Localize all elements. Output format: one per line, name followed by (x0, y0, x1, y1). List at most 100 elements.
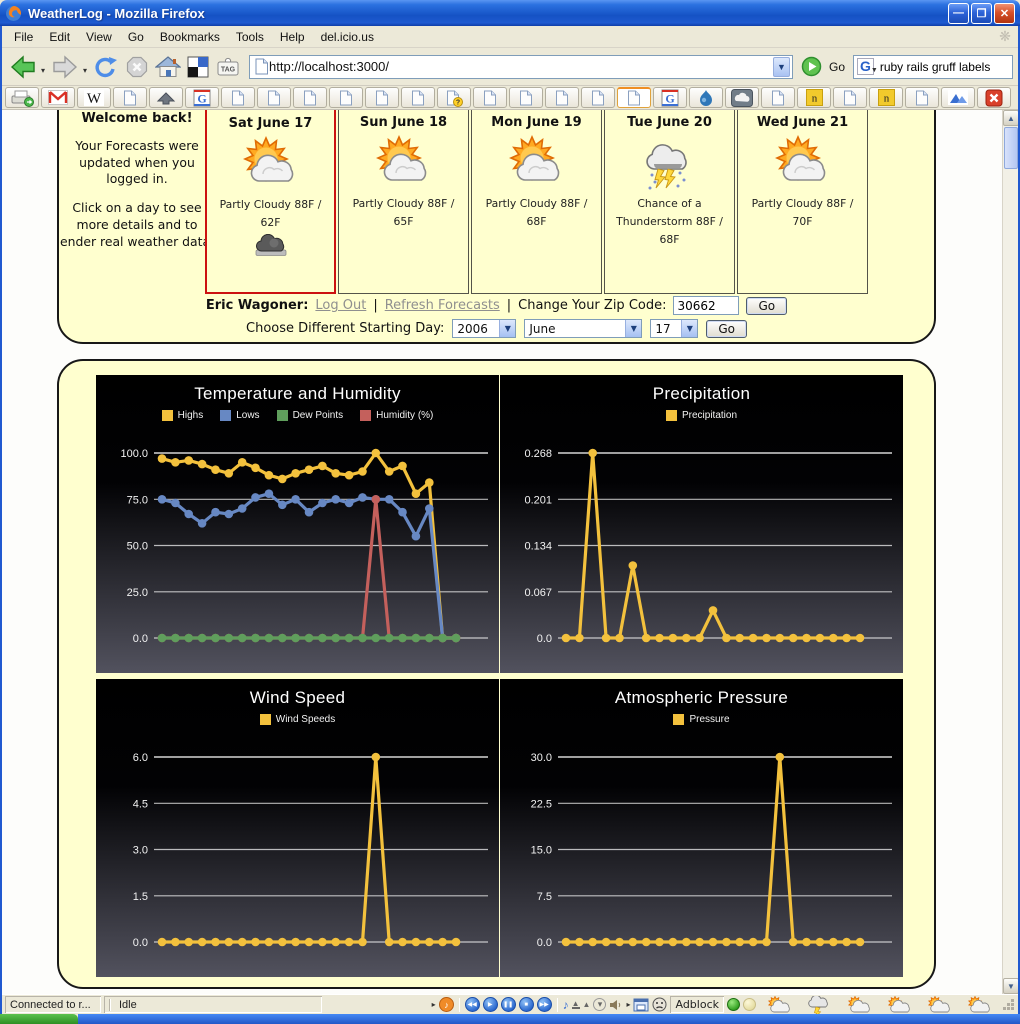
bookmark-close[interactable] (977, 87, 1011, 108)
data-point-pressure[interactable] (655, 938, 664, 947)
data-point-pressure[interactable] (776, 753, 785, 762)
mini-partly-cloudy-icon[interactable] (926, 996, 952, 1014)
note-icon[interactable]: ♪ (563, 998, 569, 1012)
data-point-humidity[interactable] (372, 495, 381, 504)
data-point-wind-speeds[interactable] (265, 938, 274, 947)
forecast-card-sat-june-17[interactable]: Sat June 17Partly Cloudy 88F / 62F (205, 110, 336, 294)
data-point-wind-speeds[interactable] (438, 938, 447, 947)
forecast-card-sun-june-18[interactable]: Sun June 18Partly Cloudy 88F / 65F (338, 110, 469, 294)
data-point-highs[interactable] (158, 454, 167, 463)
data-point-highs[interactable] (184, 456, 193, 465)
search-input[interactable] (880, 60, 1009, 74)
menu-item-go[interactable]: Go (120, 27, 152, 47)
data-point-wind-speeds[interactable] (225, 938, 234, 947)
data-point-precipitation[interactable] (629, 561, 638, 570)
data-point-wind-speeds[interactable] (385, 938, 394, 947)
media-next-button[interactable]: ▶▶ (537, 997, 552, 1012)
refresh-forecasts-link[interactable]: Refresh Forecasts (385, 298, 500, 313)
url-dropdown-button[interactable]: ▼ (773, 57, 790, 77)
bookmark-page[interactable] (473, 87, 507, 108)
data-point-pressure[interactable] (682, 938, 691, 947)
data-point-precipitation[interactable] (655, 634, 664, 643)
data-point-wind-speeds[interactable] (251, 938, 260, 947)
data-point-lows[interactable] (265, 489, 274, 498)
data-point-precipitation[interactable] (829, 634, 838, 643)
window-disk-icon[interactable] (633, 998, 649, 1012)
data-point-wind-speeds[interactable] (425, 938, 434, 947)
data-point-dew-points[interactable] (184, 634, 193, 643)
data-point-pressure[interactable] (802, 938, 811, 947)
data-point-highs[interactable] (385, 467, 394, 476)
data-point-lows[interactable] (385, 495, 394, 504)
data-point-precipitation[interactable] (695, 634, 704, 643)
chevron-down-icon[interactable]: ▼ (625, 320, 641, 337)
bookmark-page[interactable] (365, 87, 399, 108)
data-point-precipitation[interactable] (762, 634, 771, 643)
data-point-highs[interactable] (398, 462, 407, 471)
data-point-pressure[interactable] (615, 938, 624, 947)
data-point-lows[interactable] (358, 493, 367, 502)
url-input[interactable] (269, 59, 773, 74)
data-point-highs[interactable] (425, 478, 434, 487)
data-point-dew-points[interactable] (385, 634, 394, 643)
bookmark-page[interactable] (905, 87, 939, 108)
data-point-lows[interactable] (171, 499, 180, 508)
data-point-lows[interactable] (198, 519, 207, 528)
data-point-pressure[interactable] (588, 938, 597, 947)
data-point-highs[interactable] (171, 458, 180, 467)
forward-button[interactable] (49, 53, 81, 81)
menu-item-edit[interactable]: Edit (41, 27, 78, 47)
url-bar[interactable]: ▼ (249, 55, 793, 79)
data-point-precipitation[interactable] (669, 634, 678, 643)
month-select[interactable]: June▼ (524, 319, 642, 338)
bookmark-page[interactable] (113, 87, 147, 108)
vertical-scrollbar[interactable]: ▲ ▼ (1002, 110, 1018, 994)
data-point-pressure[interactable] (749, 938, 758, 947)
start-day-go-button[interactable]: Go (706, 320, 747, 338)
data-point-highs[interactable] (372, 449, 381, 458)
scrollbar-thumb[interactable] (1004, 127, 1018, 169)
menu-item-delicious[interactable]: del.icio.us (313, 27, 382, 47)
bookmark-page[interactable] (293, 87, 327, 108)
year-select[interactable]: 2006▼ (452, 319, 516, 338)
data-point-highs[interactable] (412, 489, 421, 498)
data-point-precipitation[interactable] (562, 634, 571, 643)
data-point-highs[interactable] (345, 471, 354, 480)
data-point-wind-speeds[interactable] (318, 938, 327, 947)
go-button-label[interactable]: Go (829, 60, 845, 74)
data-point-dew-points[interactable] (398, 634, 407, 643)
media-prev-button[interactable]: ◀◀ (465, 997, 480, 1012)
minimize-button[interactable]: — (948, 3, 969, 24)
data-point-highs[interactable] (198, 460, 207, 469)
mini-partly-cloudy-icon[interactable] (886, 996, 912, 1014)
menu-item-bookmarks[interactable]: Bookmarks (152, 27, 228, 47)
data-point-precipitation[interactable] (575, 634, 584, 643)
data-point-dew-points[interactable] (452, 634, 461, 643)
data-point-precipitation[interactable] (789, 634, 798, 643)
stop-button[interactable] (123, 53, 151, 81)
data-point-lows[interactable] (318, 499, 327, 508)
data-point-wind-speeds[interactable] (238, 938, 247, 947)
data-point-dew-points[interactable] (211, 634, 220, 643)
data-point-dew-points[interactable] (305, 634, 314, 643)
taskbar-strip[interactable] (78, 1014, 1020, 1024)
data-point-lows[interactable] (291, 495, 300, 504)
data-point-pressure[interactable] (829, 938, 838, 947)
data-point-dew-points[interactable] (412, 634, 421, 643)
speaker-icon[interactable] (609, 999, 623, 1011)
restore-button[interactable]: ❐ (971, 3, 992, 24)
data-point-dew-points[interactable] (198, 634, 207, 643)
bookmark-page[interactable] (761, 87, 795, 108)
data-point-lows[interactable] (251, 493, 260, 502)
chevron-down-icon[interactable]: ▼ (499, 320, 515, 337)
data-point-precipitation[interactable] (816, 634, 825, 643)
data-point-precipitation[interactable] (722, 634, 731, 643)
data-point-precipitation[interactable] (842, 634, 851, 643)
data-point-pressure[interactable] (602, 938, 611, 947)
logout-link[interactable]: Log Out (315, 298, 366, 313)
adblock-enabled-icon[interactable] (727, 998, 740, 1011)
data-point-precipitation[interactable] (682, 634, 691, 643)
data-point-pressure[interactable] (722, 938, 731, 947)
data-point-wind-speeds[interactable] (412, 938, 421, 947)
forward-dropdown-icon[interactable]: ▾ (83, 66, 87, 75)
